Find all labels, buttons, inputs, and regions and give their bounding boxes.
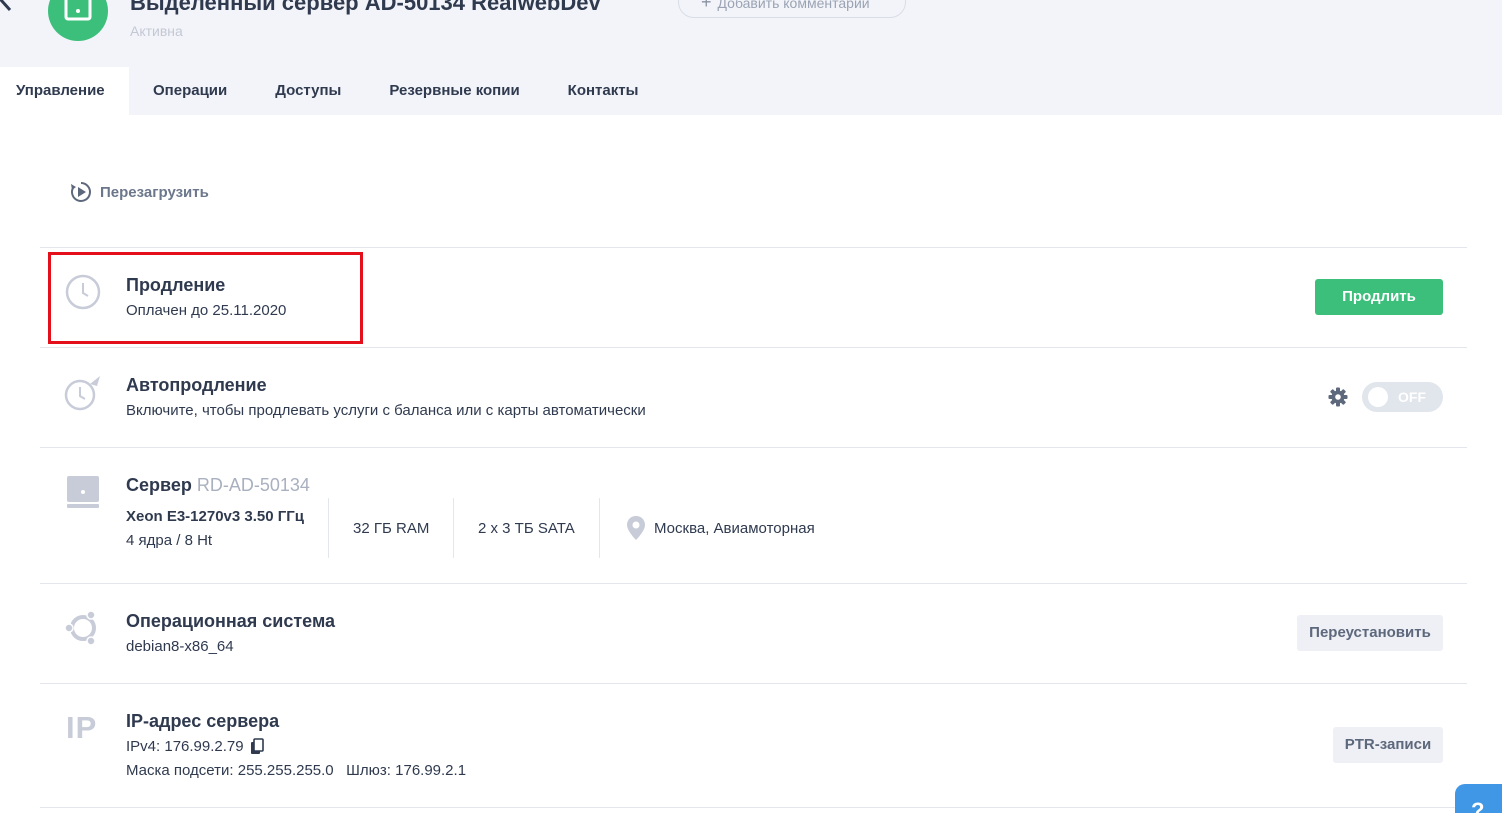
tab-access[interactable]: Доступы bbox=[251, 67, 365, 115]
divider bbox=[40, 583, 1467, 584]
gear-icon[interactable] bbox=[1328, 387, 1348, 412]
highlight-box bbox=[48, 252, 363, 344]
renew-button[interactable]: Продлить bbox=[1315, 279, 1443, 315]
divider bbox=[40, 247, 1467, 248]
divider bbox=[40, 807, 1467, 808]
os-value: debian8-x86_64 bbox=[126, 638, 234, 655]
autorenew-clock-icon bbox=[64, 374, 104, 417]
divider bbox=[40, 683, 1467, 684]
reinstall-button[interactable]: Переустановить bbox=[1297, 615, 1443, 651]
status-label: Активна bbox=[130, 23, 183, 39]
subnet-mask: Маска подсети: 255.255.255.0 bbox=[126, 762, 334, 779]
back-arrow-icon[interactable] bbox=[0, 0, 20, 14]
toggle-state-label: OFF bbox=[1398, 389, 1426, 405]
ram-spec: 32 ГБ RAM bbox=[328, 498, 453, 558]
tab-operations[interactable]: Операции bbox=[129, 67, 251, 115]
tab-contacts[interactable]: Контакты bbox=[544, 67, 663, 115]
server-id: RD-AD-50134 bbox=[196, 475, 310, 495]
autorenew-description: Включите, чтобы продлевать услуги с бала… bbox=[126, 402, 646, 419]
plus-icon: + bbox=[701, 0, 712, 12]
ptr-records-button[interactable]: PTR-записи bbox=[1333, 727, 1443, 763]
help-label: ? bbox=[1471, 798, 1485, 813]
disk-spec: 2 x 3 ТБ SATA bbox=[453, 498, 599, 558]
gateway: Шлюз: 176.99.2.1 bbox=[346, 762, 467, 779]
copy-icon[interactable] bbox=[250, 738, 264, 760]
help-button[interactable]: ? bbox=[1455, 784, 1502, 813]
divider bbox=[40, 347, 1467, 348]
os-title: Операционная система bbox=[126, 611, 336, 631]
tab-bar: Управление Операции Доступы Резервные ко… bbox=[0, 67, 662, 115]
tab-backups[interactable]: Резервные копии bbox=[365, 67, 543, 115]
tab-management[interactable]: Управление bbox=[0, 67, 129, 115]
disk-value: 2 x 3 ТБ SATA bbox=[478, 520, 575, 537]
cpu-cores: 4 ядра / 8 Ht bbox=[126, 532, 213, 549]
page-title: Выделенный сервер AD-50134 RealwebDev bbox=[130, 0, 601, 15]
ubuntu-icon bbox=[64, 609, 102, 652]
subnet-line: Маска подсети: 255.255.255.0 Шлюз: 176.9… bbox=[126, 762, 466, 779]
ipv4-address: IPv4: 176.99.2.79 bbox=[126, 738, 244, 755]
location-pin-icon bbox=[627, 516, 645, 540]
location-value: Москва, Авиамоторная bbox=[654, 520, 815, 537]
autorenew-title: Автопродление bbox=[126, 375, 267, 395]
add-comment-button[interactable]: + Добавить комментарий bbox=[678, 0, 906, 18]
location-spec: Москва, Авиамоторная bbox=[599, 498, 859, 558]
cpu-model: Xeon E3-1270v3 3.50 ГГц bbox=[126, 508, 304, 525]
reboot-label: Перезагрузить bbox=[100, 183, 209, 201]
add-comment-label: Добавить комментарий bbox=[717, 0, 870, 11]
server-title-line: Сервер RD-AD-50134 bbox=[126, 475, 310, 496]
toggle-knob bbox=[1368, 387, 1388, 407]
divider bbox=[40, 447, 1467, 448]
server-title: Сервер bbox=[126, 475, 192, 495]
autorenew-toggle[interactable]: OFF bbox=[1362, 382, 1443, 412]
ip-title: IP-адрес сервера bbox=[126, 711, 280, 731]
ip-icon: IP bbox=[66, 710, 98, 745]
reboot-button[interactable]: Перезагрузить bbox=[70, 181, 209, 203]
reboot-icon bbox=[71, 182, 91, 202]
ram-value: 32 ГБ RAM bbox=[353, 520, 430, 537]
server-hardware-icon bbox=[66, 475, 100, 514]
